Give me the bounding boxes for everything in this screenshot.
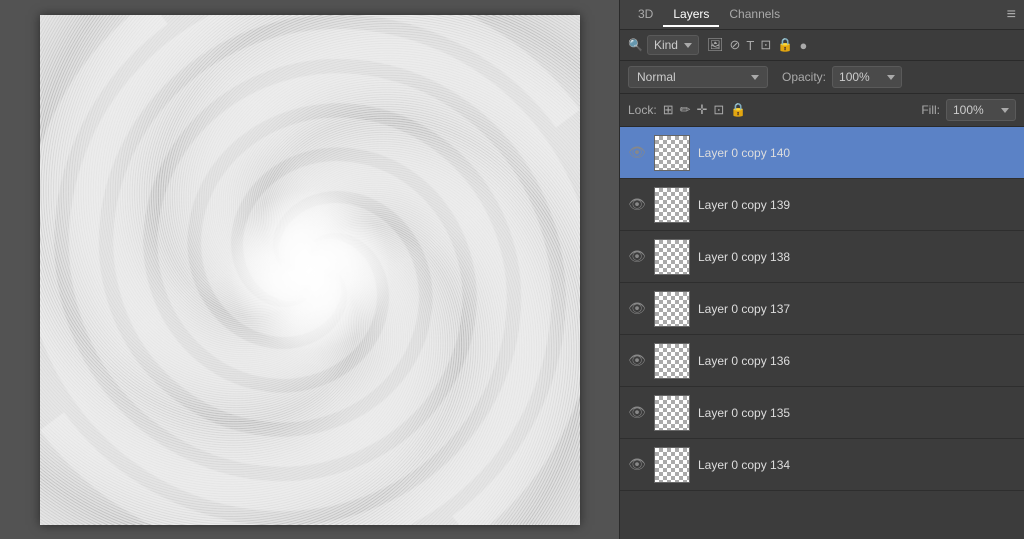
blend-chevron-icon [751, 75, 759, 80]
layer-visibility-toggle[interactable]: 👁 [628, 144, 646, 161]
opacity-value-text: 100% [839, 70, 870, 84]
filter-row: 🔍 Kind 🖼 ⊘ T ⊡ 🔒 ● [620, 30, 1024, 61]
layer-item[interactable]: 👁 Layer 0 copy 138 [620, 231, 1024, 283]
layer-visibility-toggle[interactable]: 👁 [628, 404, 646, 421]
layer-name: Layer 0 copy 134 [698, 458, 1016, 472]
layer-thumbnail [654, 343, 690, 379]
opacity-chevron-icon [887, 75, 895, 80]
filter-adjustment-icon[interactable]: ⊘ [730, 37, 741, 53]
layer-visibility-toggle[interactable]: 👁 [628, 300, 646, 317]
filter-smart-icon[interactable]: 🔒 [777, 37, 793, 53]
canvas-area [0, 0, 619, 539]
layer-name: Layer 0 copy 139 [698, 198, 1016, 212]
layer-name: Layer 0 copy 135 [698, 406, 1016, 420]
layer-item[interactable]: 👁 Layer 0 copy 137 [620, 283, 1024, 335]
panel-menu-icon[interactable]: ≡ [1007, 6, 1016, 24]
fill-input[interactable]: 100% [946, 99, 1016, 121]
spiral-canvas [40, 15, 580, 525]
panel-tabs: 3D Layers Channels ≡ [620, 0, 1024, 30]
layer-visibility-toggle[interactable]: 👁 [628, 248, 646, 265]
layer-name: Layer 0 copy 140 [698, 146, 1016, 160]
lock-icons: ⊞ ✏ ✛ ⊡ 🔒 [663, 102, 747, 118]
layer-name: Layer 0 copy 136 [698, 354, 1016, 368]
filter-kind-dropdown[interactable]: Kind [647, 35, 699, 55]
lock-row: Lock: ⊞ ✏ ✛ ⊡ 🔒 Fill: 100% [620, 94, 1024, 127]
layer-visibility-toggle[interactable]: 👁 [628, 352, 646, 369]
filter-type-icon[interactable]: T [746, 38, 754, 53]
lock-all-icon[interactable]: 🔒 [730, 102, 746, 118]
layer-thumbnail [654, 135, 690, 171]
lock-position-icon[interactable]: ✛ [697, 102, 708, 118]
fill-label: Fill: [921, 103, 940, 117]
lock-artboard-icon[interactable]: ⊡ [713, 102, 724, 118]
tab-layers[interactable]: Layers [663, 3, 719, 27]
filter-icons: 🖼 ⊘ T ⊡ 🔒 ● [707, 37, 807, 53]
layer-thumbnail [654, 239, 690, 275]
fill-value-text: 100% [953, 103, 984, 117]
layer-name: Layer 0 copy 137 [698, 302, 1016, 316]
lock-transparent-icon[interactable]: ⊞ [663, 102, 674, 118]
layer-item[interactable]: 👁 Layer 0 copy 136 [620, 335, 1024, 387]
layer-item[interactable]: 👁 Layer 0 copy 140 [620, 127, 1024, 179]
blend-mode-value: Normal [637, 70, 676, 84]
canvas-wrapper [40, 15, 580, 525]
tab-channels[interactable]: Channels [719, 3, 790, 27]
layer-name: Layer 0 copy 138 [698, 250, 1016, 264]
fill-chevron-icon [1001, 108, 1009, 113]
layer-thumbnail [654, 291, 690, 327]
opacity-input[interactable]: 100% [832, 66, 902, 88]
search-icon: 🔍 [628, 38, 643, 52]
chevron-down-icon [684, 43, 692, 48]
layer-visibility-toggle[interactable]: 👁 [628, 196, 646, 213]
layers-list[interactable]: 👁 Layer 0 copy 140 👁 Layer 0 copy 139 👁 Layer… [620, 127, 1024, 539]
layers-panel: 3D Layers Channels ≡ 🔍 Kind 🖼 ⊘ T ⊡ 🔒 ● … [619, 0, 1024, 539]
layer-item[interactable]: 👁 Layer 0 copy 139 [620, 179, 1024, 231]
layer-item[interactable]: 👁 Layer 0 copy 134 [620, 439, 1024, 491]
filter-pixel-icon[interactable]: ● [799, 38, 807, 53]
layer-thumbnail [654, 187, 690, 223]
lock-pixels-icon[interactable]: ✏ [680, 102, 691, 118]
layer-thumbnail [654, 395, 690, 431]
filter-shape-icon[interactable]: ⊡ [760, 37, 771, 53]
layer-thumbnail [654, 447, 690, 483]
opacity-label: Opacity: [782, 70, 826, 84]
layer-visibility-toggle[interactable]: 👁 [628, 456, 646, 473]
blend-mode-row: Normal Opacity: 100% [620, 61, 1024, 94]
lock-label: Lock: [628, 103, 657, 117]
tab-3d[interactable]: 3D [628, 3, 663, 27]
blend-mode-dropdown[interactable]: Normal [628, 66, 768, 88]
filter-image-icon[interactable]: 🖼 [707, 37, 724, 53]
layer-item[interactable]: 👁 Layer 0 copy 135 [620, 387, 1024, 439]
